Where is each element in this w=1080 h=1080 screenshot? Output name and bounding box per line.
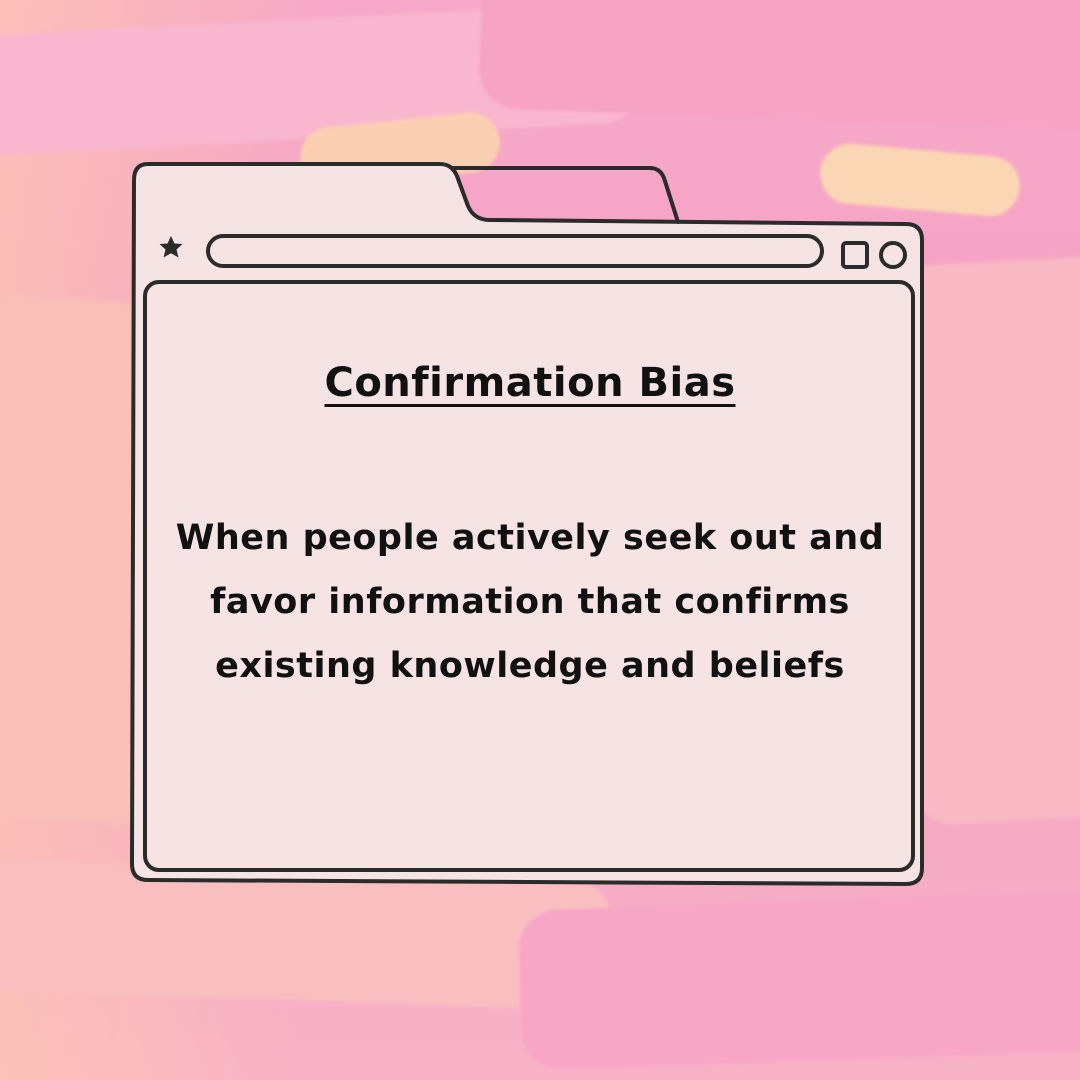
card-description: When people actively seek out and favor …: [175, 518, 885, 686]
folder-tab[interactable]: [450, 166, 680, 224]
card-title: Confirmation Bias: [324, 360, 736, 406]
